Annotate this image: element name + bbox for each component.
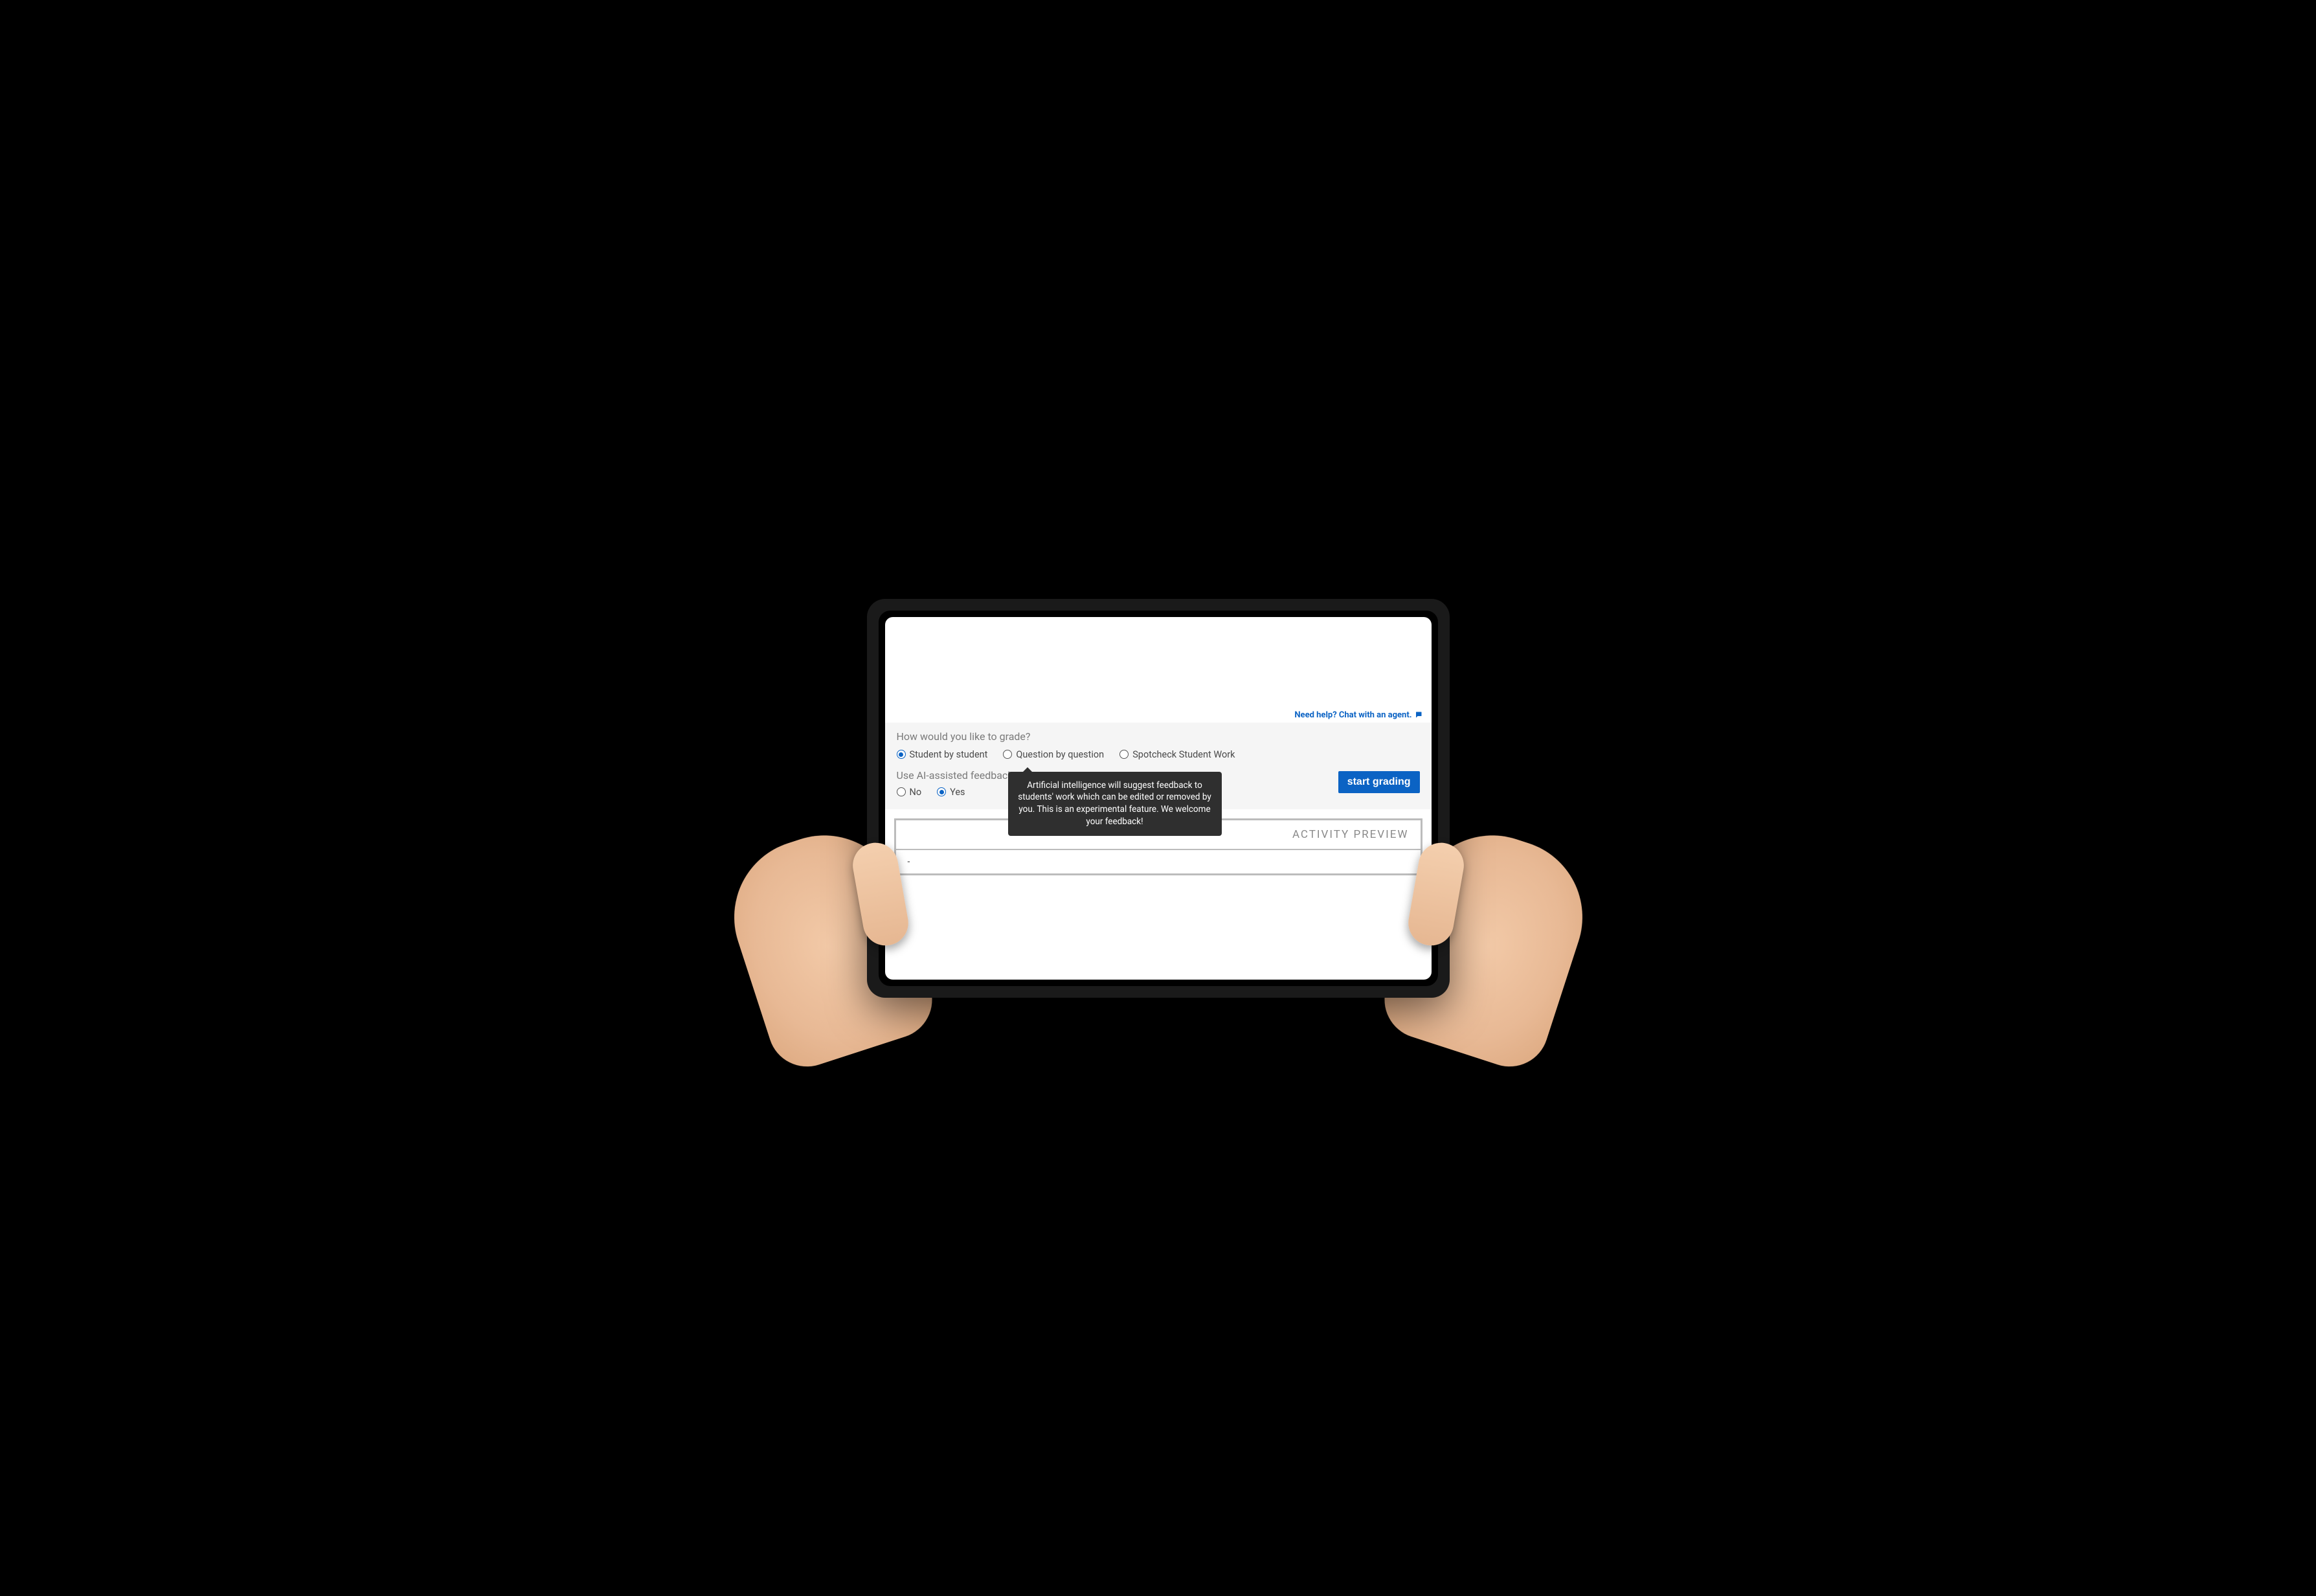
start-grading-button[interactable]: start grading: [1338, 771, 1420, 793]
ai-info-tooltip: Artificial intelligence will suggest fee…: [1008, 772, 1222, 837]
radio-label: Spotcheck Student Work: [1132, 749, 1235, 760]
grading-options-panel: How would you like to grade? Student by …: [885, 723, 1432, 809]
radio-label: Question by question: [1016, 749, 1104, 760]
activity-preview-title: ACTIVITY PREVIEW: [1292, 828, 1409, 841]
radio-icon: [897, 787, 906, 796]
radio-icon: [897, 750, 906, 759]
tablet-bezel: Need help? Chat with an agent. How would…: [879, 611, 1438, 986]
radio-spotcheck[interactable]: Spotcheck Student Work: [1119, 749, 1235, 760]
radio-label: Yes: [950, 787, 965, 798]
radio-student-by-student[interactable]: Student by student: [897, 749, 988, 760]
radio-question-by-question[interactable]: Question by question: [1003, 749, 1104, 760]
help-link-text: Need help? Chat with an agent.: [1294, 710, 1411, 720]
radio-label: Student by student: [910, 749, 988, 760]
chat-icon: [1415, 711, 1422, 719]
radio-icon: [1003, 750, 1012, 759]
ai-feedback-radio-group: No Yes: [897, 787, 965, 798]
grading-mode-question: How would you like to grade?: [897, 730, 1420, 743]
radio-icon: [937, 787, 946, 796]
radio-icon: [1119, 750, 1129, 759]
radio-label: No: [910, 787, 922, 798]
ai-feedback-question: Use AI-assisted feedback?: [897, 769, 1018, 781]
app-screen: Need help? Chat with an agent. How would…: [885, 617, 1432, 980]
help-link-row: Need help? Chat with an agent.: [885, 708, 1432, 723]
help-chat-link[interactable]: Need help? Chat with an agent.: [1294, 710, 1422, 720]
tablet-device-frame: Need help? Chat with an agent. How would…: [867, 599, 1450, 998]
activity-preview-body: -: [896, 850, 1421, 873]
grading-mode-radio-group: Student by student Question by question …: [897, 749, 1420, 760]
radio-ai-yes[interactable]: Yes: [937, 787, 965, 798]
radio-ai-no[interactable]: No: [897, 787, 922, 798]
